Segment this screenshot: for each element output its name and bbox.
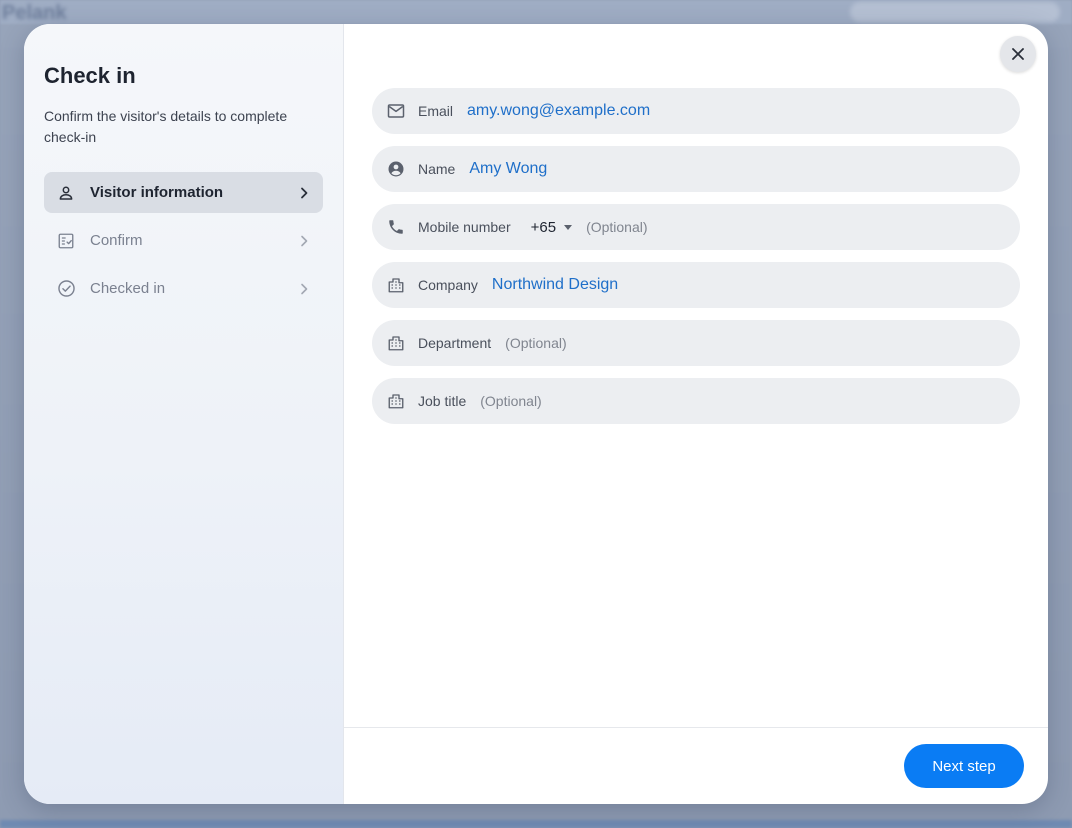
background-bottom-bar: [0, 820, 1072, 828]
check-in-modal: Check in Confirm the visitor's details t…: [24, 24, 1048, 804]
close-button[interactable]: [1000, 36, 1036, 72]
mobile-number-field[interactable]: Mobile number +65 (Optional): [372, 204, 1020, 250]
department-label: Department: [418, 335, 492, 351]
company-field[interactable]: Company Northwind Design: [372, 262, 1020, 308]
visitor-form: Email amy.wong@example.com Name Amy Wong…: [372, 88, 1020, 436]
modal-title: Check in: [44, 63, 136, 88]
mobile-number-placeholder: (Optional): [586, 219, 648, 235]
building-icon: [386, 333, 406, 353]
chevron-right-icon: [297, 186, 311, 200]
modal-description: Confirm the visitor's details to complet…: [44, 108, 288, 145]
company-value: Northwind Design: [491, 276, 619, 293]
job-title-placeholder: (Optional): [480, 393, 542, 409]
next-step-button[interactable]: Next step: [904, 744, 1024, 788]
background-search: [850, 2, 1060, 22]
department-field[interactable]: Department (Optional): [372, 320, 1020, 366]
mobile-number-label: Mobile number: [418, 219, 511, 235]
name-label: Name: [418, 161, 456, 177]
country-code-select[interactable]: +65: [530, 218, 573, 236]
mail-icon: [386, 101, 406, 121]
step-visitor-information[interactable]: Visitor information: [44, 172, 323, 213]
building-icon: [386, 275, 406, 295]
step-label: Confirm: [90, 232, 143, 249]
chevron-right-icon: [297, 234, 311, 248]
email-value: amy.wong@example.com: [467, 102, 651, 119]
modal-main: Email amy.wong@example.com Name Amy Wong…: [344, 24, 1048, 804]
company-label: Company: [418, 277, 478, 293]
step-label: Checked in: [90, 280, 166, 297]
country-code-value: +65: [530, 218, 557, 236]
name-value: Amy Wong: [469, 160, 548, 177]
step-confirm[interactable]: Confirm: [44, 220, 323, 261]
modal-sidebar: Check in Confirm the visitor's details t…: [24, 24, 344, 804]
phone-icon: [386, 217, 406, 237]
caret-down-icon: [564, 223, 573, 231]
name-field[interactable]: Name Amy Wong: [372, 146, 1020, 192]
department-placeholder: (Optional): [505, 335, 567, 351]
job-title-field[interactable]: Job title (Optional): [372, 378, 1020, 424]
account-circle-icon: [386, 159, 406, 179]
checklist-icon: [56, 231, 76, 251]
email-label: Email: [418, 103, 454, 119]
job-title-label: Job title: [418, 393, 467, 409]
check-circle-icon: [56, 279, 76, 299]
step-list: Visitor information Confirm Checked in: [44, 172, 323, 309]
background-brand: Pelank: [2, 2, 67, 24]
chevron-right-icon: [297, 282, 311, 296]
step-label: Visitor information: [90, 184, 224, 201]
person-icon: [56, 183, 76, 203]
step-checked-in[interactable]: Checked in: [44, 268, 323, 309]
close-icon: [1012, 48, 1024, 60]
modal-footer: Next step: [344, 727, 1048, 804]
email-field[interactable]: Email amy.wong@example.com: [372, 88, 1020, 134]
building-icon: [386, 391, 406, 411]
